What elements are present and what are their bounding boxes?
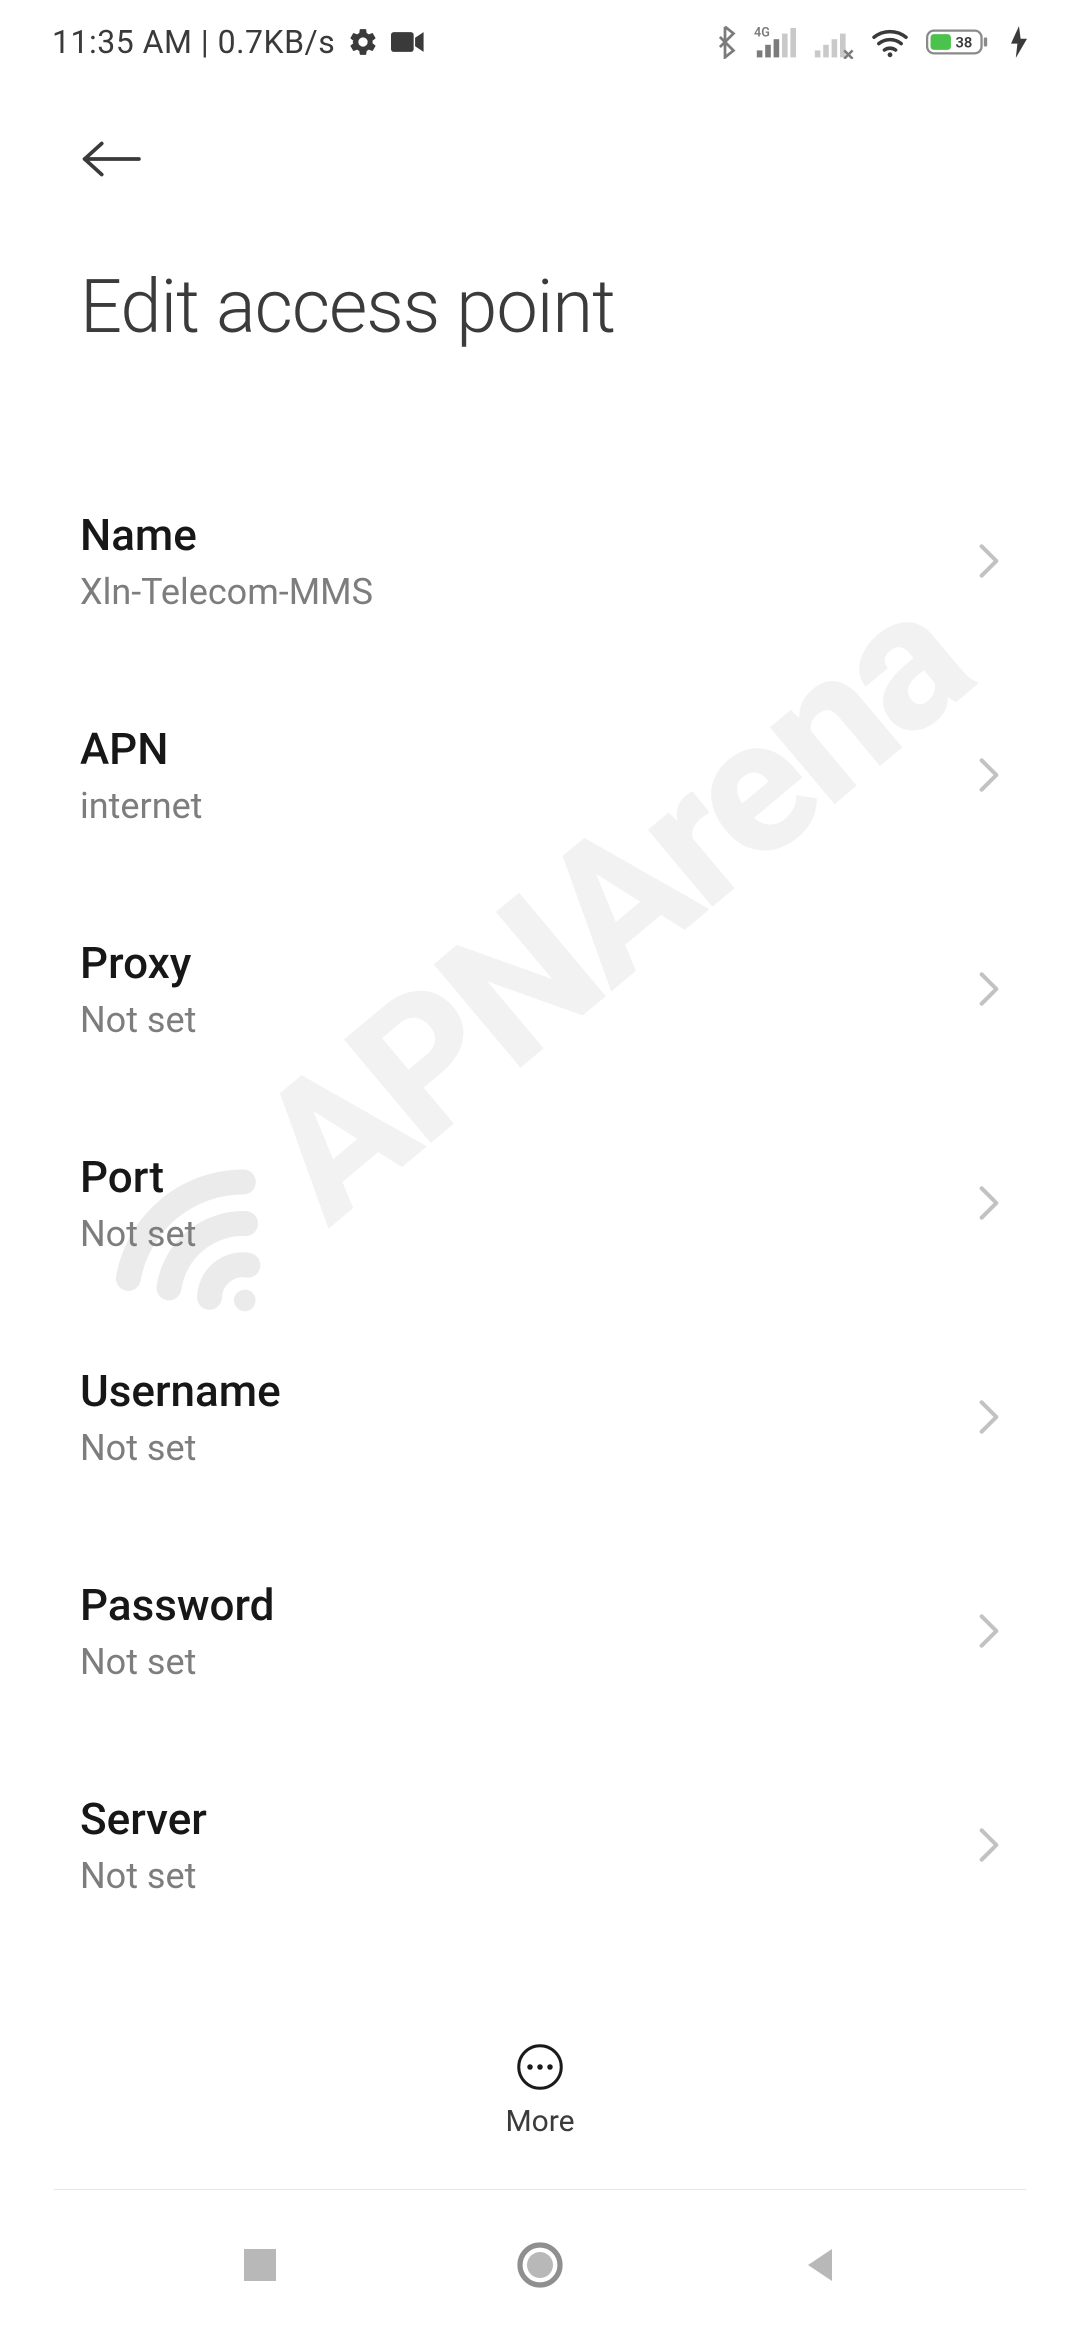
field-value: Not set <box>80 1641 1000 1683</box>
field-label: Username <box>80 1365 1000 1417</box>
field-proxy[interactable]: Proxy Not set <box>80 889 1000 1089</box>
chevron-right-icon <box>978 1184 1000 1222</box>
square-icon <box>240 2245 280 2285</box>
footer-bar: More <box>0 1990 1080 2190</box>
field-value: Not set <box>80 1855 1000 1897</box>
circle-icon <box>516 2241 564 2289</box>
chevron-right-icon <box>978 1826 1000 1864</box>
nav-home-button[interactable] <box>500 2225 580 2305</box>
more-horizontal-icon <box>515 2042 565 2092</box>
page-title: Edit access point <box>80 264 1000 351</box>
field-apn[interactable]: APN internet <box>80 675 1000 875</box>
field-label: Port <box>80 1151 1000 1203</box>
chevron-right-icon <box>978 756 1000 794</box>
more-button[interactable]: More <box>505 2042 574 2139</box>
chevron-right-icon <box>978 1612 1000 1650</box>
field-port[interactable]: Port Not set <box>80 1103 1000 1303</box>
field-label: APN <box>80 723 1000 775</box>
field-mmsc[interactable]: MMSC http://10.16.18.4:38090/was <box>80 1959 1000 1970</box>
field-value: Xln-Telecom-MMS <box>80 571 1000 613</box>
signal-no-sim-icon <box>812 25 854 59</box>
field-value: Not set <box>80 1427 1000 1469</box>
field-value: internet <box>80 785 1000 827</box>
arrow-left-icon <box>80 138 142 180</box>
field-label: Server <box>80 1793 1000 1845</box>
battery-pct: 38 <box>955 34 972 52</box>
bluetooth-icon <box>712 25 738 59</box>
status-right: 4G <box>712 25 1028 59</box>
wifi-icon <box>870 26 910 58</box>
chevron-right-icon <box>978 542 1000 580</box>
field-username[interactable]: Username Not set <box>80 1317 1000 1517</box>
status-bar: 11:35 AM | 0.7KB/s 4G <box>0 0 1080 84</box>
signal-4g-icon: 4G <box>754 25 796 59</box>
field-password[interactable]: Password Not set <box>80 1531 1000 1731</box>
chevron-right-icon <box>978 970 1000 1008</box>
settings-list: Name Xln-Telecom-MMS APN internet Proxy … <box>0 461 1080 1970</box>
field-label: Proxy <box>80 937 1000 989</box>
field-label: Name <box>80 509 1000 561</box>
back-button[interactable] <box>80 124 150 194</box>
status-left: 11:35 AM | 0.7KB/s <box>52 23 425 61</box>
battery-icon: 38 <box>926 26 994 58</box>
svg-text:4G: 4G <box>754 25 770 40</box>
more-label: More <box>505 2104 574 2139</box>
nav-back-button[interactable] <box>780 2225 860 2305</box>
video-icon <box>391 30 425 54</box>
triangle-left-icon <box>800 2245 840 2285</box>
charging-icon <box>1010 26 1028 58</box>
field-value: Not set <box>80 1213 1000 1255</box>
field-value: Not set <box>80 999 1000 1041</box>
field-label: Password <box>80 1579 1000 1631</box>
nav-recent-button[interactable] <box>220 2225 300 2305</box>
gear-icon <box>347 26 379 58</box>
field-name[interactable]: Name Xln-Telecom-MMS <box>80 461 1000 661</box>
field-server[interactable]: Server Not set <box>80 1745 1000 1945</box>
chevron-right-icon <box>978 1398 1000 1436</box>
status-time: 11:35 AM | 0.7KB/s <box>52 23 335 61</box>
system-nav-bar <box>0 2190 1080 2340</box>
